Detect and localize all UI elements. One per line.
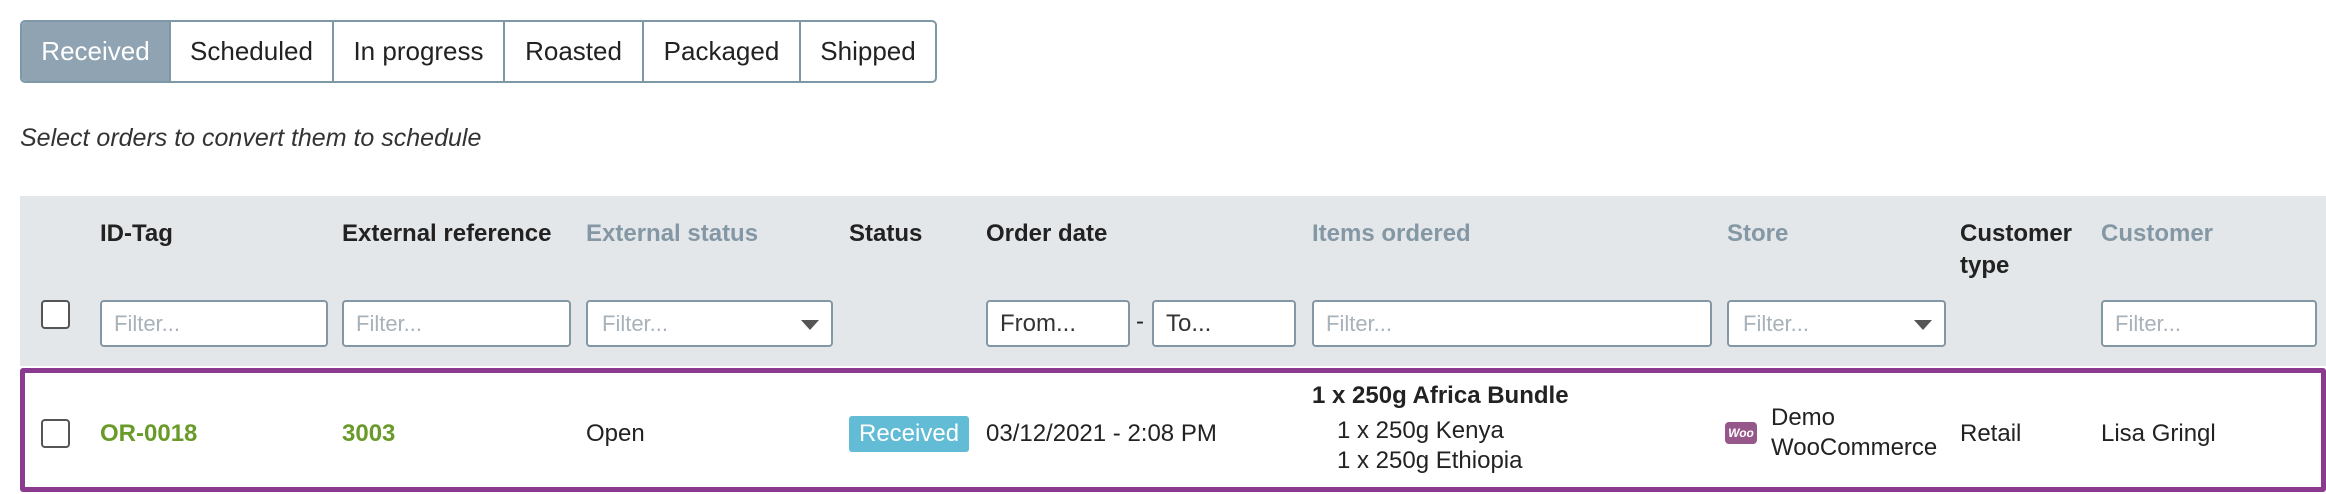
external-status-filter-placeholder: Filter... bbox=[602, 310, 669, 336]
tab-shipped[interactable]: Shipped bbox=[799, 22, 935, 81]
tab-roasted[interactable]: Roasted bbox=[503, 22, 642, 81]
external-reference-link[interactable]: 3003 bbox=[342, 419, 395, 449]
column-header-order-date[interactable]: Order date bbox=[986, 218, 1107, 250]
woocommerce-icon: Woo bbox=[1725, 422, 1757, 444]
customer-filter-input[interactable] bbox=[2101, 300, 2317, 347]
instruction-text: Select orders to convert them to schedul… bbox=[20, 124, 482, 152]
customer-type-value: Retail bbox=[1960, 420, 2022, 447]
store-filter-select[interactable]: Filter... bbox=[1727, 300, 1946, 347]
external-status-value: Open bbox=[586, 420, 645, 447]
column-header-store: Store bbox=[1727, 220, 1789, 247]
store-filter-placeholder: Filter... bbox=[1743, 310, 1810, 336]
column-header-customer: Customer bbox=[2101, 220, 2214, 247]
column-header-customer-type[interactable]: Customer type bbox=[1960, 218, 2080, 282]
external-reference-filter-input[interactable] bbox=[342, 300, 571, 347]
column-header-items-ordered: Items ordered bbox=[1312, 220, 1471, 247]
table-row[interactable]: OR-0018 3003 Open Received 03/12/2021 - … bbox=[20, 368, 2326, 492]
row-checkbox[interactable] bbox=[41, 419, 70, 448]
order-date-from-input[interactable] bbox=[986, 300, 1130, 347]
column-header-external-status: External status bbox=[586, 220, 759, 247]
chevron-down-icon bbox=[1914, 320, 1932, 330]
date-range-separator: - bbox=[1136, 308, 1144, 335]
tab-in-progress[interactable]: In progress bbox=[332, 22, 503, 81]
status-tabs: Received Scheduled In progress Roasted P… bbox=[20, 20, 937, 83]
column-header-id-tag[interactable]: ID-Tag bbox=[100, 218, 173, 250]
order-date-to-input[interactable] bbox=[1152, 300, 1296, 347]
id-tag-link[interactable]: OR-0018 bbox=[100, 419, 197, 449]
items-ordered-title: 1 x 250g Africa Bundle bbox=[1312, 382, 1569, 409]
items-ordered-filter-input[interactable] bbox=[1312, 300, 1712, 347]
tab-scheduled[interactable]: Scheduled bbox=[169, 22, 332, 81]
external-status-filter-select[interactable]: Filter... bbox=[586, 300, 833, 347]
tab-packaged[interactable]: Packaged bbox=[642, 22, 799, 81]
select-all-checkbox[interactable] bbox=[41, 300, 70, 329]
tab-received[interactable]: Received bbox=[22, 22, 169, 81]
id-tag-filter-input[interactable] bbox=[100, 300, 328, 347]
table-header: ID-Tag External reference External statu… bbox=[20, 196, 2326, 366]
column-header-status[interactable]: Status bbox=[849, 218, 922, 250]
orders-table: ID-Tag External reference External statu… bbox=[20, 196, 2326, 494]
customer-name: Lisa Gringl bbox=[2101, 420, 2216, 447]
column-header-external-reference[interactable]: External reference bbox=[342, 218, 551, 250]
items-ordered-line: 1 x 250g Ethiopia bbox=[1337, 447, 1523, 474]
items-ordered-line: 1 x 250g Kenya bbox=[1337, 417, 1504, 444]
order-date-value: 03/12/2021 - 2:08 PM bbox=[986, 420, 1217, 447]
store-name: Demo WooCommerce bbox=[1771, 404, 1938, 461]
status-badge: Received bbox=[849, 416, 970, 452]
chevron-down-icon bbox=[801, 320, 819, 330]
